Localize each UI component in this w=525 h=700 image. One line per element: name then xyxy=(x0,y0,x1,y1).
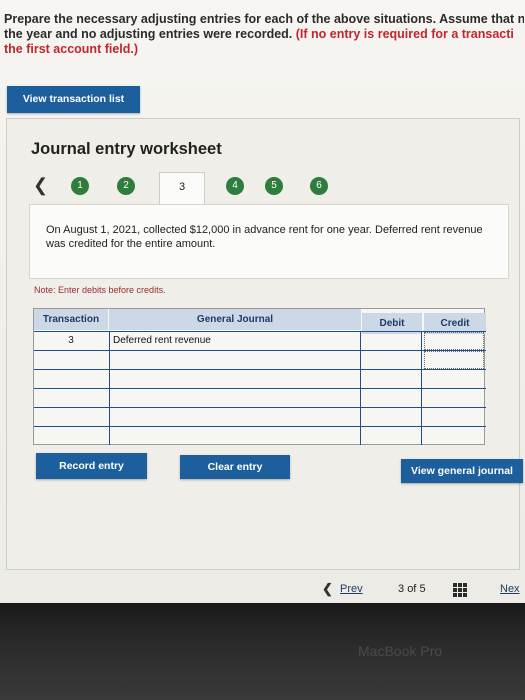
prev-link[interactable]: Prev xyxy=(340,583,363,595)
account-field[interactable] xyxy=(109,408,361,426)
clear-entry-button[interactable]: Clear entry xyxy=(180,455,290,479)
screen: Prepare the necessary adjusting entries … xyxy=(0,0,525,603)
description-box: On August 1, 2021, collected $12,000 in … xyxy=(29,204,509,279)
step-1[interactable]: 1 xyxy=(71,177,89,195)
credit-field[interactable] xyxy=(424,408,484,426)
table-row xyxy=(34,369,486,388)
instructions-line-1: Prepare the necessary adjusting entries … xyxy=(4,12,524,26)
account-field[interactable]: Deferred rent revenue xyxy=(109,332,361,350)
instructions-text: Prepare the necessary adjusting entries … xyxy=(4,12,524,57)
transaction-cell xyxy=(34,408,108,426)
page-of-label: of xyxy=(407,583,417,595)
debits-note: Note: Enter debits before credits. xyxy=(34,285,166,295)
debit-field[interactable] xyxy=(362,389,422,407)
step-3-active-tab[interactable]: 3 xyxy=(159,172,205,205)
account-field[interactable] xyxy=(109,389,361,407)
instructions-line-2: the year and no adjusting entries were r… xyxy=(4,27,524,42)
account-field[interactable] xyxy=(109,370,361,388)
credit-field[interactable] xyxy=(424,427,484,445)
debit-field[interactable] xyxy=(362,408,422,426)
table-row xyxy=(34,350,486,369)
transaction-cell xyxy=(34,370,108,388)
transaction-cell xyxy=(34,389,108,407)
page-indicator: 3 of 5 xyxy=(398,583,426,595)
table-row: 3 Deferred rent revenue xyxy=(34,331,486,350)
pagination: ❮ Prev 3 of 5 Nex xyxy=(318,581,525,603)
chevron-left-icon[interactable]: ❮ xyxy=(322,581,333,597)
debit-field[interactable] xyxy=(362,370,422,388)
laptop-bezel: MacBook Pro xyxy=(0,603,525,700)
debit-field[interactable] xyxy=(362,351,422,369)
table-row xyxy=(34,388,486,407)
step-5[interactable]: 5 xyxy=(265,177,283,195)
total-pages: 5 xyxy=(419,583,426,595)
account-field[interactable] xyxy=(109,427,361,445)
header-transaction: Transaction xyxy=(34,309,108,330)
transaction-cell xyxy=(34,351,108,369)
transaction-description: On August 1, 2021, collected $12,000 in … xyxy=(46,224,483,250)
transaction-cell: 3 xyxy=(68,335,74,346)
debit-field[interactable] xyxy=(362,332,422,350)
transaction-cell xyxy=(34,427,108,445)
view-transaction-list-button[interactable]: View transaction list xyxy=(7,86,140,113)
view-general-journal-button[interactable]: View general journal xyxy=(401,459,523,483)
credit-field[interactable] xyxy=(424,351,484,369)
instructions-line-2b: (If no entry is required for a transacti xyxy=(292,27,514,41)
journal-entry-worksheet: Journal entry worksheet ❮ 1 2 3 4 5 6 On… xyxy=(6,118,523,570)
step-4[interactable]: 4 xyxy=(226,177,244,195)
record-entry-button[interactable]: Record entry xyxy=(36,453,147,479)
general-journal-table: Transaction General Journal Debit Credit… xyxy=(33,308,486,445)
instructions-line-3: the first account field.) xyxy=(4,42,139,56)
table-row xyxy=(34,426,486,445)
credit-field[interactable] xyxy=(424,389,484,407)
table-row xyxy=(34,407,486,426)
grid-icon[interactable] xyxy=(453,583,467,597)
account-field[interactable] xyxy=(109,351,361,369)
step-6[interactable]: 6 xyxy=(310,177,328,195)
credit-field[interactable] xyxy=(424,370,484,388)
debit-field[interactable] xyxy=(362,427,422,445)
worksheet-title: Journal entry worksheet xyxy=(31,140,222,158)
instructions-line-2a: the year and no adjusting entries were r… xyxy=(4,27,293,41)
laptop-model-label: MacBook Pro xyxy=(358,643,443,659)
credit-field[interactable] xyxy=(424,332,484,350)
next-link[interactable]: Nex xyxy=(500,583,520,595)
chevron-left-icon[interactable]: ❮ xyxy=(33,175,48,196)
current-page: 3 xyxy=(398,583,405,595)
header-general-journal: General Journal xyxy=(109,309,361,330)
step-2[interactable]: 2 xyxy=(117,177,135,195)
